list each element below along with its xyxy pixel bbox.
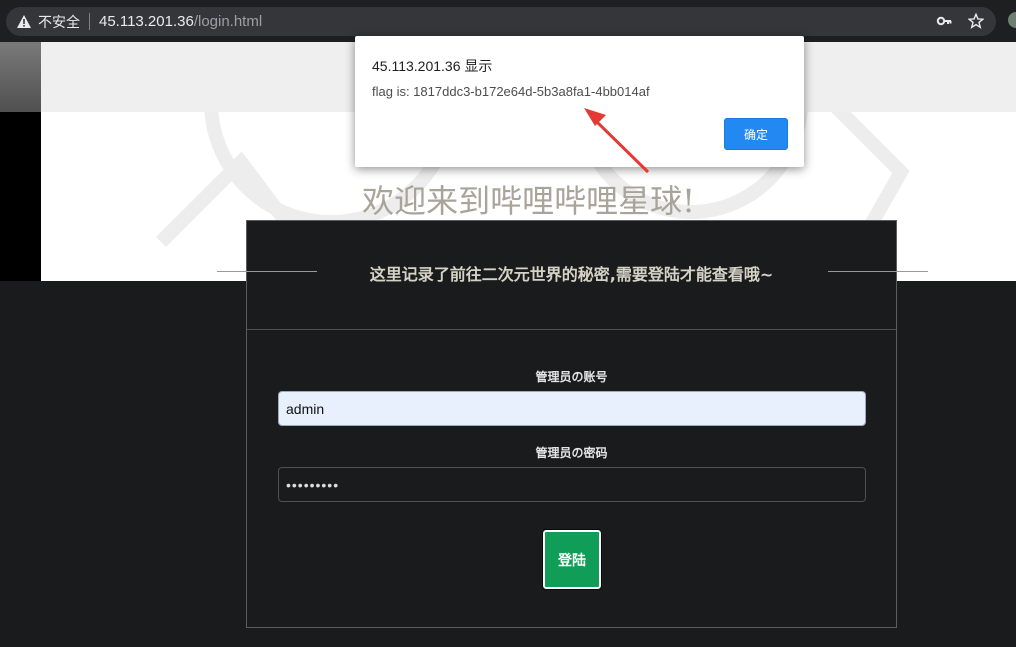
url-host: 45.113.201.36 [99,13,194,30]
warning-triangle-icon[interactable] [16,14,32,30]
username-input[interactable]: admin [278,391,866,426]
extension-icon[interactable] [1008,12,1016,28]
alert-dialog: 45.113.201.36 显示 flag is: 1817ddc3-b172e… [355,36,804,167]
welcome-heading: 欢迎来到哔哩哔哩星球! [362,182,695,220]
alert-message: flag is: 1817ddc3-b172e64d-5b3a8fa1-4bb0… [372,84,650,99]
security-status[interactable]: 不安全 [38,12,80,32]
login-panel: 这里记录了前往二次元世界的秘密,需要登陆才能查看哦~ 管理员の账号 admin … [217,220,928,628]
alert-title: 45.113.201.36 显示 [372,58,493,74]
hero-edge-gray [0,42,41,112]
login-panel-header: 这里记录了前往二次元世界的秘密,需要登陆才能查看哦~ [217,221,928,330]
url-text[interactable]: 45.113.201.36/login.html [99,13,262,30]
address-bar[interactable]: 不安全 45.113.201.36/login.html [6,7,996,36]
username-label: 管理员の账号 [535,370,608,384]
login-panel-title: 这里记录了前往二次元世界的秘密,需要登陆才能查看哦~ [369,265,774,284]
login-button[interactable]: 登陆 [542,529,602,590]
url-path: /login.html [193,13,263,30]
hero-edge-black [0,112,41,281]
star-icon[interactable] [968,13,984,29]
password-label: 管理员の密码 [535,446,608,460]
key-icon[interactable] [936,13,952,29]
password-input[interactable]: ••••••••• [278,467,866,502]
url-divider [89,13,90,30]
alert-ok-button[interactable]: 确定 [724,118,788,150]
